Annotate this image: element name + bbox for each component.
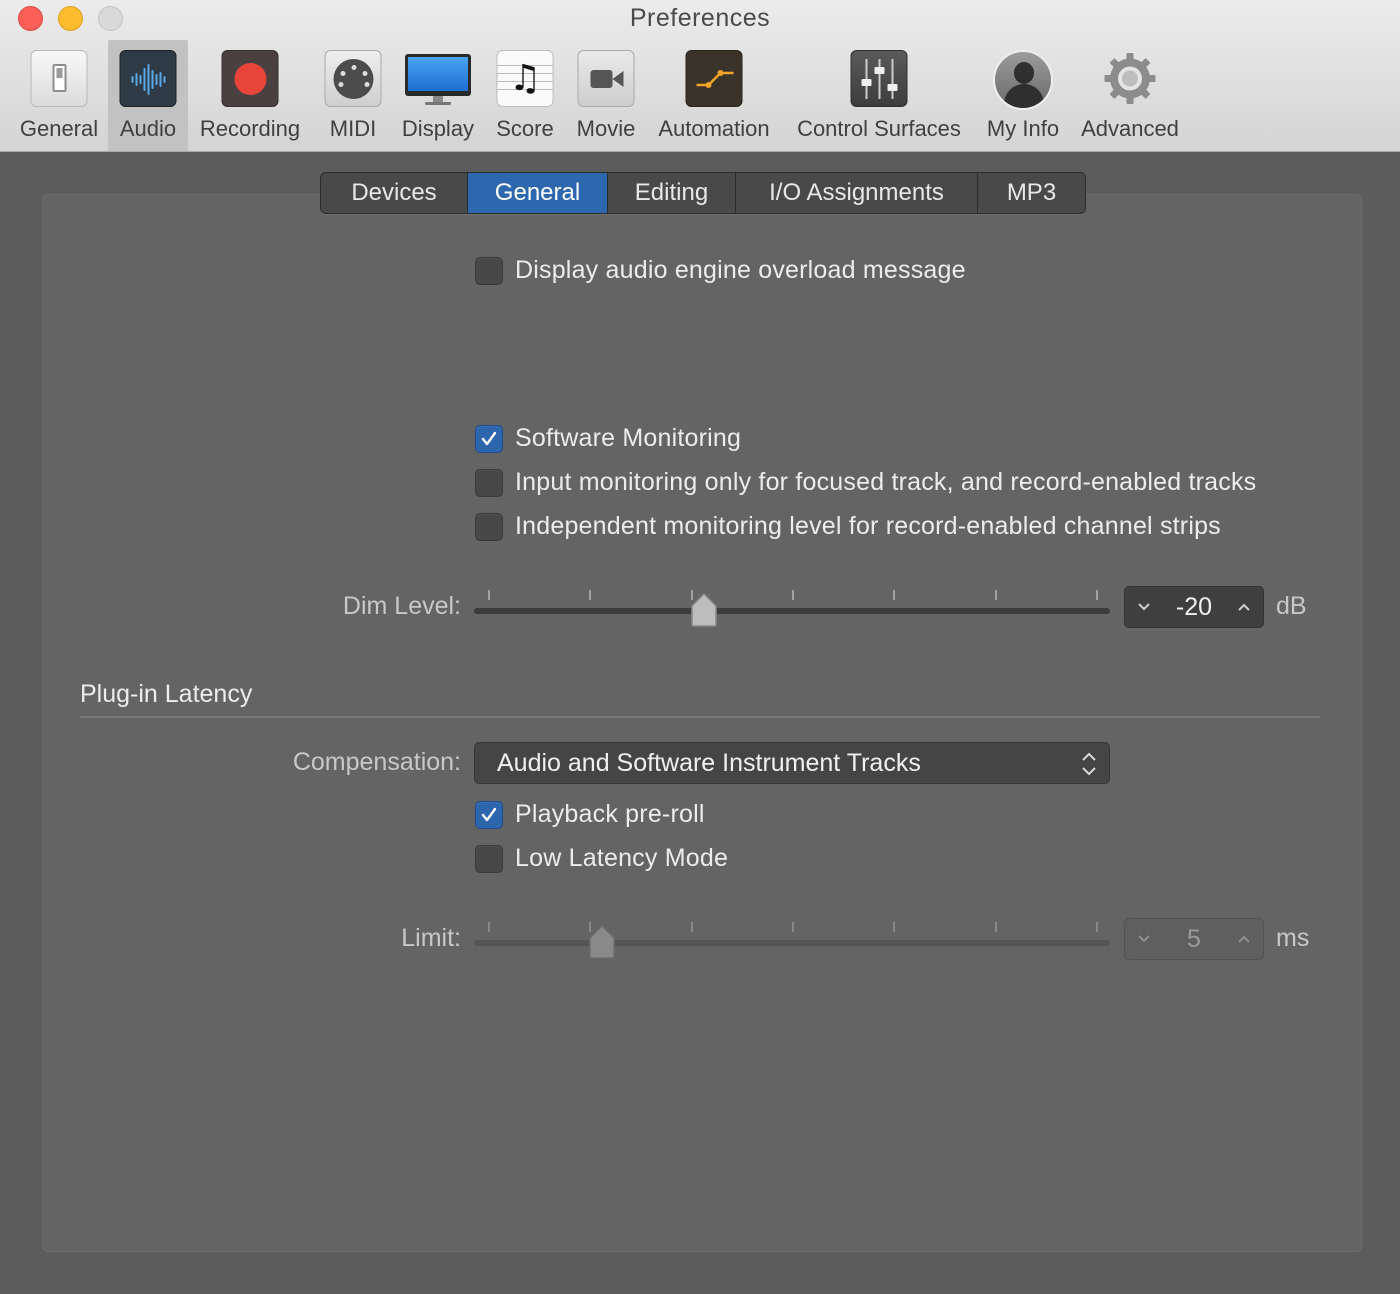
toolbar-item-label: Audio bbox=[119, 116, 177, 141]
dim-level-slider[interactable] bbox=[474, 588, 1110, 628]
automation-curve-icon bbox=[685, 50, 743, 107]
input-monitoring-focused-option[interactable]: Input monitoring only for focused track,… bbox=[475, 468, 1256, 497]
low-latency-mode-checkbox[interactable] bbox=[475, 844, 503, 873]
dim-level-value[interactable]: -20 bbox=[1176, 593, 1212, 622]
toolbar-item-display[interactable]: Display bbox=[394, 40, 482, 151]
limit-unit: ms bbox=[1276, 924, 1310, 952]
tab-mp3[interactable]: MP3 bbox=[978, 173, 1085, 213]
limit-stepper[interactable]: 5 bbox=[1124, 918, 1264, 960]
faders-icon bbox=[850, 50, 908, 107]
toolbar-item-label: Automation bbox=[658, 116, 770, 141]
software-monitoring-checkbox[interactable] bbox=[475, 424, 503, 453]
slider-tick bbox=[488, 590, 490, 600]
independent-monitoring-option[interactable]: Independent monitoring level for record-… bbox=[475, 512, 1221, 541]
limit-slider[interactable] bbox=[474, 920, 1110, 960]
video-camera-icon bbox=[577, 50, 635, 107]
slider-tick bbox=[589, 590, 592, 600]
software-monitoring-option[interactable]: Software Monitoring bbox=[475, 424, 741, 453]
general-icon bbox=[30, 50, 88, 107]
slider-tick bbox=[690, 922, 693, 932]
user-silhouette-icon bbox=[993, 50, 1053, 110]
checkmark-icon bbox=[481, 807, 497, 821]
toolbar-item-label: Control Surfaces bbox=[797, 116, 961, 141]
toolbar-item-control-surfaces[interactable]: Control Surfaces bbox=[788, 40, 970, 151]
slider-tick bbox=[994, 590, 997, 600]
audio-general-panel bbox=[42, 194, 1362, 1252]
slider-tick bbox=[994, 922, 997, 932]
window-toolbar: Preferences General Audio Recording MIDI… bbox=[0, 0, 1400, 152]
toolbar-item-general[interactable]: General bbox=[14, 40, 104, 151]
low-latency-mode-label: Low Latency Mode bbox=[515, 844, 729, 872]
compensation-value: Audio and Software Instrument Tracks bbox=[497, 748, 921, 777]
toolbar-item-label: Recording bbox=[199, 116, 301, 141]
music-note-icon: ♫ bbox=[496, 50, 554, 107]
toolbar-item-midi[interactable]: MIDI bbox=[318, 40, 388, 151]
record-icon bbox=[221, 50, 279, 107]
toolbar-item-recording[interactable]: Recording bbox=[194, 40, 306, 151]
tab-general[interactable]: General bbox=[468, 173, 608, 213]
audio-tab-bar: Devices General Editing I/O Assignments … bbox=[320, 172, 1086, 214]
toolbar-item-label: MIDI bbox=[329, 116, 377, 141]
increment-chevron-icon[interactable] bbox=[1235, 598, 1253, 616]
slider-tick bbox=[893, 590, 896, 600]
slider-tick bbox=[893, 922, 896, 932]
toolbar-item-label: Advanced bbox=[1081, 116, 1179, 141]
slider-thumb[interactable] bbox=[690, 592, 718, 627]
gear-icon bbox=[1102, 50, 1159, 107]
slider-track bbox=[474, 608, 1110, 614]
input-monitoring-focused-checkbox[interactable] bbox=[475, 468, 503, 497]
slider-tick bbox=[792, 590, 794, 600]
compensation-label: Compensation: bbox=[292, 748, 461, 776]
toolbar-item-audio[interactable]: Audio bbox=[108, 40, 188, 151]
dim-level-unit: dB bbox=[1276, 592, 1307, 620]
updown-chevron-icon bbox=[1082, 752, 1096, 776]
decrement-chevron-icon[interactable] bbox=[1135, 930, 1153, 948]
checkmark-icon bbox=[481, 431, 497, 445]
low-latency-mode-option[interactable]: Low Latency Mode bbox=[475, 844, 728, 873]
tab-io-assignments[interactable]: I/O Assignments bbox=[736, 173, 978, 213]
toolbar-item-label: Display bbox=[401, 116, 475, 141]
toolbar-item-label: Movie bbox=[576, 116, 636, 141]
slider-tick bbox=[1096, 590, 1098, 600]
midi-connector-icon bbox=[324, 50, 382, 107]
playback-preroll-checkbox[interactable] bbox=[475, 800, 503, 829]
window-title: Preferences bbox=[629, 4, 771, 32]
slider-tick bbox=[488, 922, 490, 932]
decrement-chevron-icon[interactable] bbox=[1135, 598, 1153, 616]
section-divider bbox=[80, 716, 1320, 718]
toolbar-item-my-info[interactable]: My Info bbox=[980, 40, 1066, 151]
preferences-content: Devices General Editing I/O Assignments … bbox=[0, 152, 1400, 1294]
input-monitoring-focused-label: Input monitoring only for focused track,… bbox=[515, 468, 1257, 496]
limit-value[interactable]: 5 bbox=[1187, 925, 1201, 954]
increment-chevron-icon[interactable] bbox=[1235, 930, 1253, 948]
slider-tick bbox=[1096, 922, 1098, 932]
toolbar-item-label: My Info bbox=[986, 116, 1060, 141]
dim-level-stepper[interactable]: -20 bbox=[1124, 586, 1264, 628]
toolbar-item-advanced[interactable]: Advanced bbox=[1074, 40, 1186, 151]
overload-message-label: Display audio engine overload message bbox=[515, 256, 966, 284]
toolbar-item-automation[interactable]: Automation bbox=[652, 40, 776, 151]
limit-label: Limit: bbox=[401, 924, 461, 952]
independent-monitoring-label: Independent monitoring level for record-… bbox=[515, 512, 1221, 540]
display-monitor-icon bbox=[405, 50, 471, 107]
toolbar-item-movie[interactable]: Movie bbox=[570, 40, 642, 151]
independent-monitoring-checkbox[interactable] bbox=[475, 512, 503, 541]
slider-thumb[interactable] bbox=[588, 924, 616, 959]
playback-preroll-label: Playback pre-roll bbox=[515, 800, 705, 828]
toolbar-item-label: General bbox=[19, 116, 99, 141]
dim-level-label: Dim Level: bbox=[342, 592, 461, 620]
toolbar-item-label: Score bbox=[496, 116, 554, 141]
toolbar-item-score[interactable]: ♫ Score bbox=[490, 40, 560, 151]
software-monitoring-label: Software Monitoring bbox=[515, 424, 742, 452]
plugin-latency-heading: Plug-in Latency bbox=[80, 680, 253, 708]
compensation-popup[interactable]: Audio and Software Instrument Tracks bbox=[474, 742, 1110, 784]
overload-message-checkbox[interactable] bbox=[475, 256, 503, 285]
overload-message-option[interactable]: Display audio engine overload message bbox=[475, 256, 966, 285]
slider-tick bbox=[792, 922, 794, 932]
tab-devices[interactable]: Devices bbox=[321, 173, 468, 213]
tab-editing[interactable]: Editing bbox=[608, 173, 736, 213]
slider-track bbox=[474, 940, 1110, 946]
audio-waveform-icon bbox=[119, 50, 177, 107]
playback-preroll-option[interactable]: Playback pre-roll bbox=[475, 800, 705, 829]
